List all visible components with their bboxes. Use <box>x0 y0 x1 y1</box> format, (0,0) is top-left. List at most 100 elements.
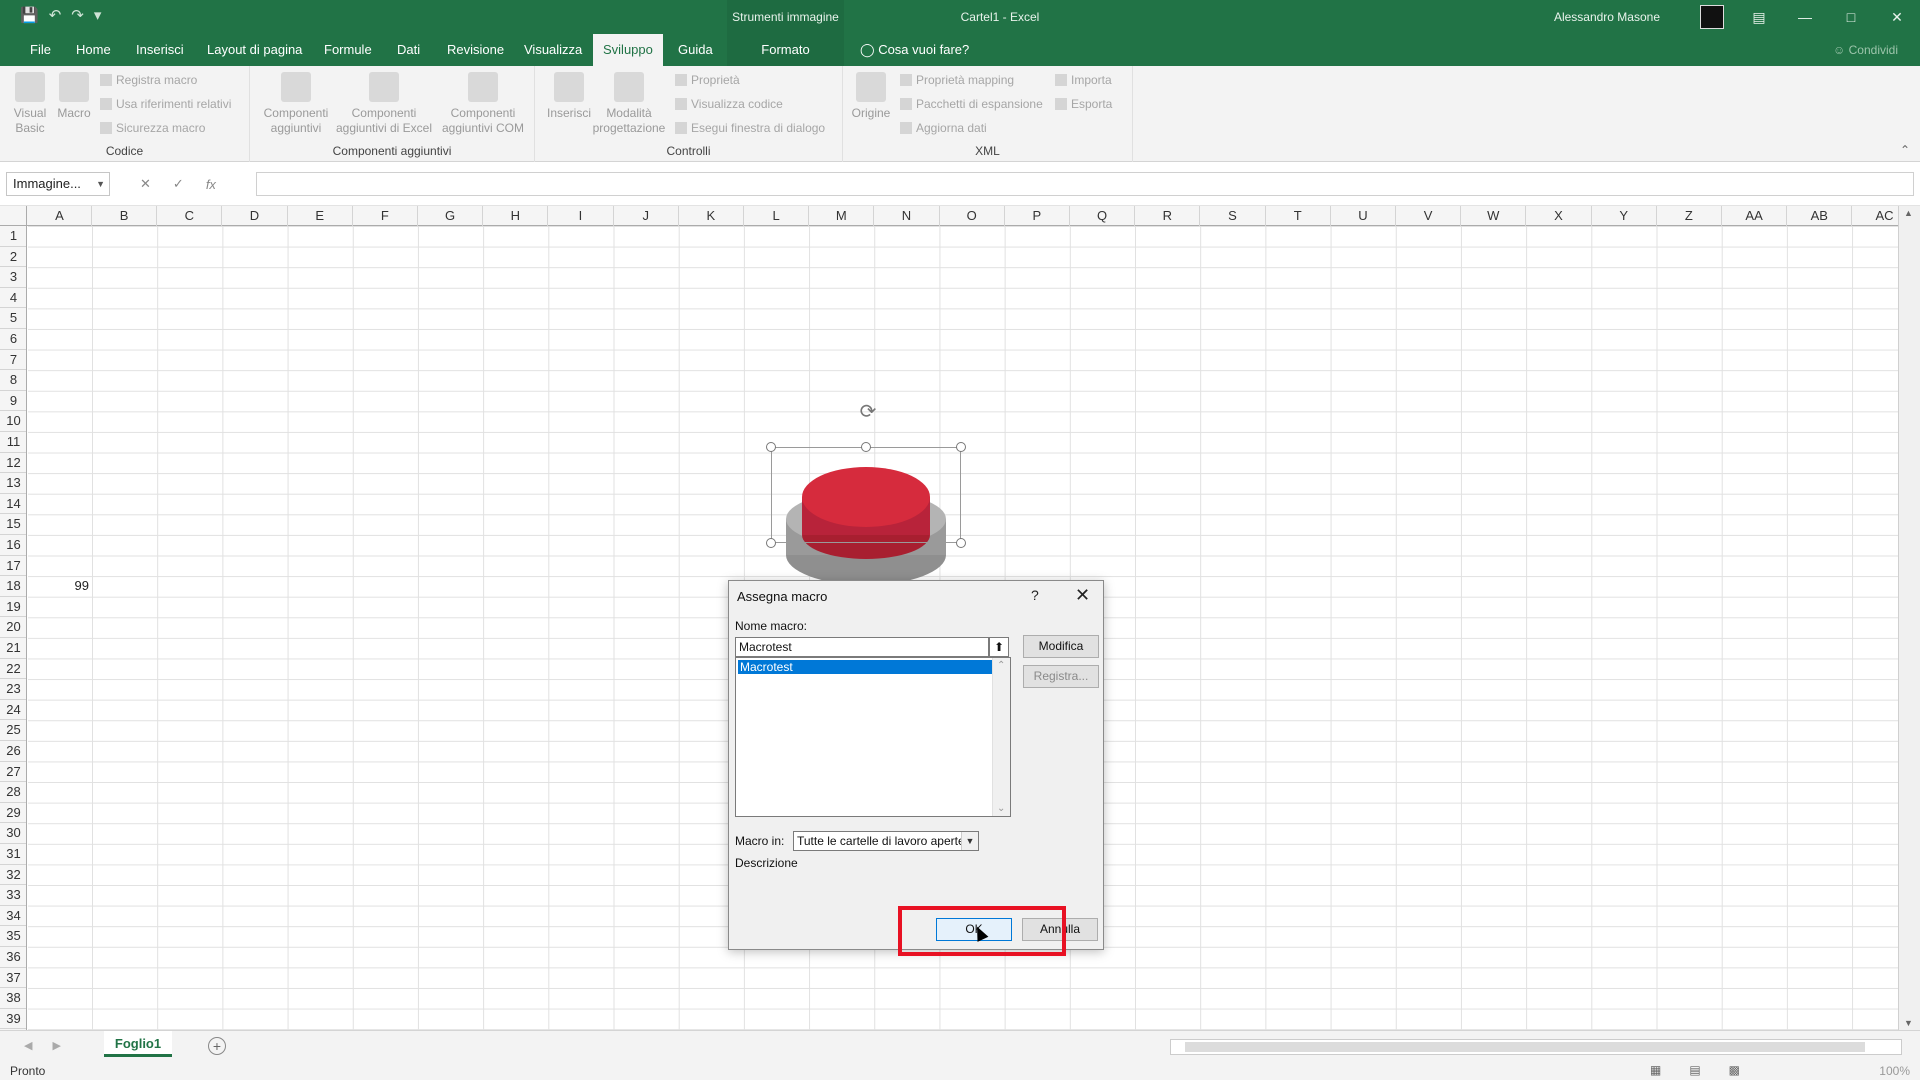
row-header[interactable]: 29 <box>0 803 26 824</box>
column-header[interactable]: D <box>222 206 288 226</box>
resize-handle[interactable] <box>956 442 966 452</box>
view-code-button[interactable]: Visualizza codice <box>675 97 783 111</box>
select-all-corner[interactable] <box>0 206 27 226</box>
column-header[interactable]: O <box>940 206 1005 226</box>
undo-icon[interactable]: ↶ <box>49 7 62 25</box>
maximize-icon[interactable]: □ <box>1828 0 1874 34</box>
prev-sheet-icon[interactable]: ◀ <box>24 1039 32 1052</box>
row-header[interactable]: 34 <box>0 906 26 927</box>
cancel-icon[interactable]: ✕ <box>140 176 151 192</box>
column-header[interactable]: Q <box>1070 206 1136 226</box>
tab-formato[interactable]: Formato <box>727 34 844 66</box>
column-header[interactable]: AB <box>1787 206 1853 226</box>
import-button[interactable]: Importa <box>1055 73 1112 87</box>
row-header[interactable]: 7 <box>0 350 26 371</box>
row-header[interactable]: 9 <box>0 391 26 412</box>
red-button-picture[interactable] <box>766 442 966 592</box>
row-header[interactable]: 31 <box>0 844 26 865</box>
row-header[interactable]: 14 <box>0 494 26 515</box>
tab-revisione[interactable]: Revisione <box>437 34 514 66</box>
row-header[interactable]: 17 <box>0 556 26 577</box>
macro-name-input[interactable]: Macrotest <box>735 637 989 657</box>
design-mode-button[interactable]: Modalità progettazione <box>591 70 667 136</box>
column-header[interactable]: M <box>809 206 875 226</box>
scroll-up-icon[interactable]: ▲ <box>1904 208 1913 218</box>
row-header[interactable]: 11 <box>0 432 26 453</box>
expansion-packs-button[interactable]: Pacchetti di espansione <box>900 97 1043 111</box>
resize-handle[interactable] <box>956 538 966 548</box>
row-header[interactable]: 20 <box>0 617 26 638</box>
column-header[interactable]: X <box>1526 206 1592 226</box>
list-scrollbar[interactable]: ⌃ ⌄ <box>992 658 1010 816</box>
excel-addins-button[interactable]: Componenti aggiuntivi di Excel <box>332 70 436 136</box>
vertical-scrollbar[interactable]: ▲ ▼ <box>1898 206 1920 1030</box>
column-header[interactable]: L <box>744 206 810 226</box>
column-header[interactable]: V <box>1396 206 1462 226</box>
zoom-level[interactable]: 100% <box>1879 1064 1910 1078</box>
column-header[interactable]: C <box>157 206 223 226</box>
column-header[interactable]: K <box>679 206 744 226</box>
column-header[interactable]: N <box>874 206 940 226</box>
row-header[interactable]: 25 <box>0 720 26 741</box>
row-header[interactable]: 5 <box>0 308 26 329</box>
column-header[interactable]: Z <box>1657 206 1722 226</box>
row-header[interactable]: 1 <box>0 226 26 247</box>
column-header[interactable]: P <box>1005 206 1070 226</box>
row-header[interactable]: 3 <box>0 267 26 288</box>
com-addins-button[interactable]: Componenti aggiuntivi COM <box>436 70 530 136</box>
column-header[interactable]: Y <box>1592 206 1657 226</box>
sheet-tab-foglio1[interactable]: Foglio1 <box>104 1031 172 1057</box>
record-macro-button[interactable]: Registra macro <box>100 73 197 87</box>
column-header[interactable]: AA <box>1722 206 1788 226</box>
tab-formule[interactable]: Formule <box>314 34 382 66</box>
row-header[interactable]: 26 <box>0 741 26 762</box>
row-header[interactable]: 22 <box>0 659 26 680</box>
column-header[interactable]: E <box>288 206 353 226</box>
map-properties-button[interactable]: Proprietà mapping <box>900 73 1014 87</box>
tab-guida[interactable]: Guida <box>668 34 723 66</box>
macro-list[interactable]: Macrotest ⌃ ⌄ <box>735 657 1011 817</box>
rotate-handle-icon[interactable]: ⟳ <box>858 402 878 422</box>
tab-visualizza[interactable]: Visualizza <box>514 34 592 66</box>
row-header[interactable]: 4 <box>0 288 26 309</box>
normal-view-icon[interactable]: ▦ <box>1650 1063 1661 1077</box>
ribbon-display-icon[interactable]: ▤ <box>1736 0 1782 34</box>
page-layout-icon[interactable]: ▤ <box>1689 1063 1700 1077</box>
chevron-down-icon[interactable]: ▼ <box>96 173 105 195</box>
refresh-data-button[interactable]: Aggiorna dati <box>900 121 987 135</box>
row-header[interactable]: 36 <box>0 947 26 968</box>
row-header[interactable]: 32 <box>0 865 26 886</box>
close-icon[interactable]: ✕ <box>1874 0 1920 34</box>
tab-dati[interactable]: Dati <box>387 34 430 66</box>
row-header[interactable]: 19 <box>0 597 26 618</box>
column-header[interactable]: H <box>483 206 549 226</box>
row-header[interactable]: 13 <box>0 473 26 494</box>
row-header[interactable]: 23 <box>0 679 26 700</box>
tab-inserisci[interactable]: Inserisci <box>126 34 194 66</box>
customize-icon[interactable]: ▾ <box>94 7 102 25</box>
cell-a8[interactable]: 99 <box>28 576 91 596</box>
list-item[interactable]: Macrotest <box>738 660 994 674</box>
relative-refs-button[interactable]: Usa riferimenti relativi <box>100 97 231 111</box>
macro-security-button[interactable]: Sicurezza macro <box>100 121 205 135</box>
column-header[interactable]: B <box>92 206 158 226</box>
resize-handle[interactable] <box>861 442 871 452</box>
macro-in-select[interactable]: Tutte le cartelle di lavoro aperte ▼ <box>793 831 979 851</box>
column-header[interactable]: W <box>1461 206 1527 226</box>
formula-input[interactable] <box>256 172 1914 196</box>
properties-button[interactable]: Proprietà <box>675 73 740 87</box>
chevron-down-icon[interactable]: ▼ <box>961 832 978 850</box>
source-button[interactable]: Origine <box>851 70 891 121</box>
column-header[interactable]: S <box>1200 206 1266 226</box>
column-header[interactable]: A <box>28 206 92 226</box>
function-icon[interactable]: fx <box>206 177 216 192</box>
next-sheet-icon[interactable]: ▶ <box>52 1039 60 1052</box>
collapse-ribbon-icon[interactable]: ⌃ <box>1900 143 1910 157</box>
tab-layout[interactable]: Layout di pagina <box>197 34 312 66</box>
row-header[interactable]: 33 <box>0 885 26 906</box>
visual-basic-button[interactable]: Visual Basic <box>10 70 50 136</box>
row-header[interactable]: 35 <box>0 926 26 947</box>
column-header[interactable]: G <box>418 206 484 226</box>
column-header[interactable]: R <box>1135 206 1201 226</box>
page-break-icon[interactable]: ▩ <box>1729 1063 1740 1077</box>
